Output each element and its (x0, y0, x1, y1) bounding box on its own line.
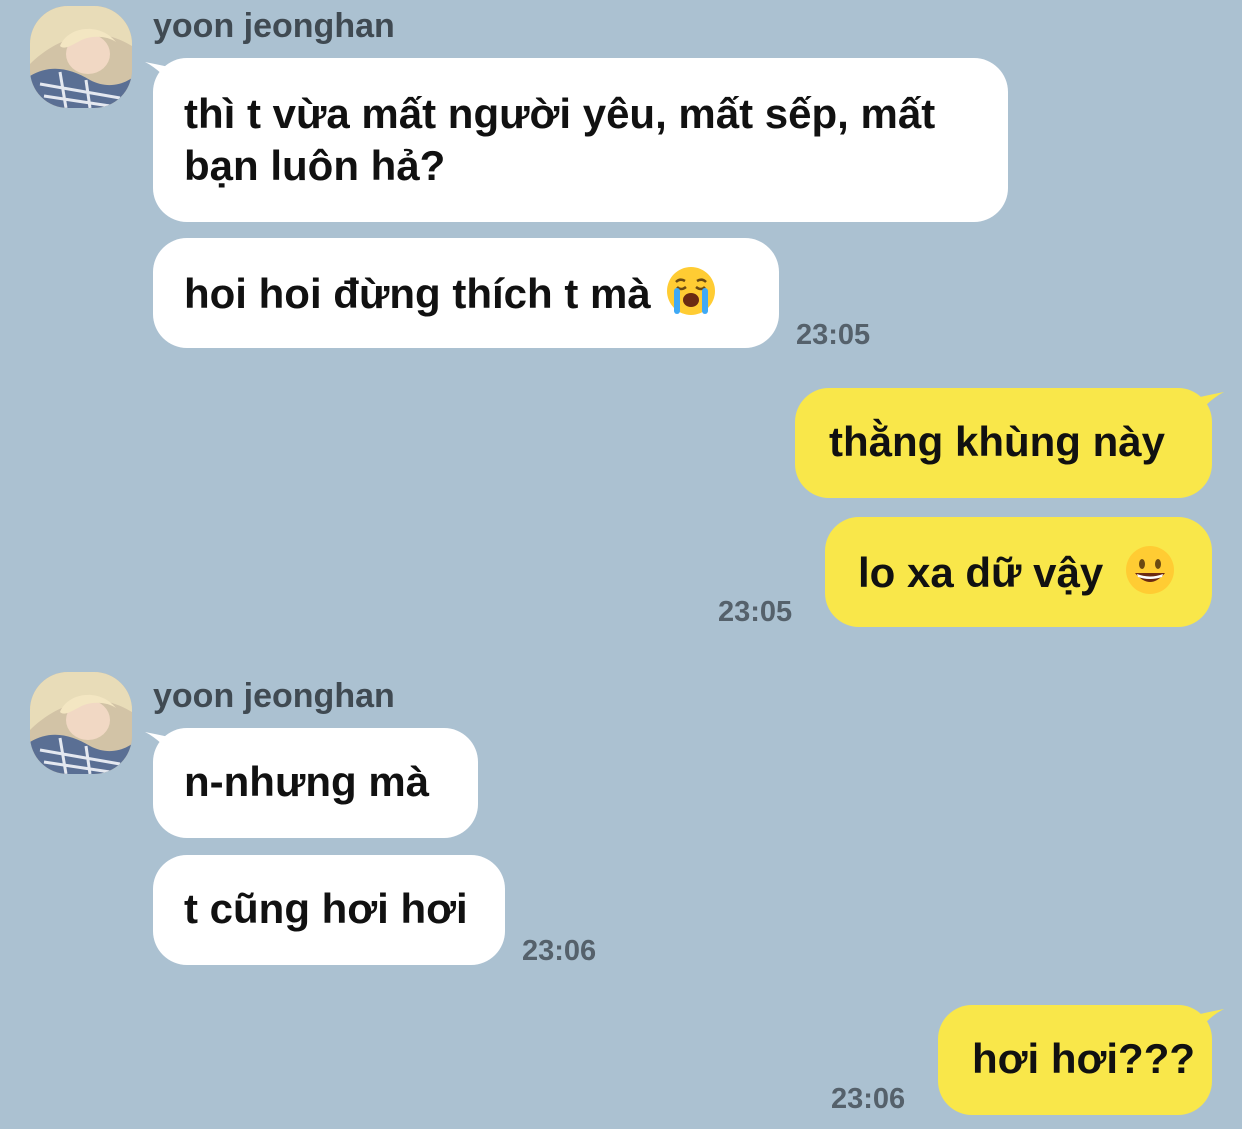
timestamp: 23:06 (522, 935, 597, 967)
message-bubble[interactable]: t cũng hơi hơi (153, 855, 505, 965)
avatar[interactable] (30, 6, 132, 108)
avatar[interactable] (30, 672, 132, 774)
message-bubble[interactable]: thì t vừa mất người yêu, mất sếp, mất bạ… (153, 58, 1008, 222)
grinning-face-icon (1125, 546, 1174, 594)
sender-name: yoon jeonghan (153, 677, 395, 715)
crying-face-icon (667, 267, 716, 315)
sender-name: yoon jeonghan (153, 7, 395, 45)
bubble-tail (1196, 1009, 1224, 1035)
timestamp: 23:05 (796, 319, 871, 351)
message-bubble[interactable]: hoi hoi đừng thích t mà (153, 238, 779, 348)
message-text: t cũng hơi hơi (184, 885, 468, 932)
timestamp: 23:05 (718, 596, 793, 628)
bubble-tail (1196, 392, 1224, 418)
message-text: thì t vừa mất người yêu, mất sếp, mất (184, 90, 936, 137)
message-text: n-nhưng mà (184, 758, 430, 805)
message-text: hơi hơi??? (972, 1035, 1196, 1082)
timestamp: 23:06 (831, 1083, 906, 1115)
message-text: thằng khùng này (829, 418, 1165, 465)
message-text: lo xa dữ vậy (858, 549, 1104, 596)
message-bubble[interactable]: n-nhưng mà (153, 728, 478, 838)
message-text: hoi hoi đừng thích t mà (184, 270, 651, 317)
message-bubble[interactable]: lo xa dữ vậy (825, 517, 1212, 627)
message-text: bạn luôn hả? (184, 142, 446, 189)
message-bubble[interactable]: hơi hơi??? (938, 1005, 1212, 1115)
message-bubble[interactable]: thằng khùng này (795, 388, 1212, 498)
